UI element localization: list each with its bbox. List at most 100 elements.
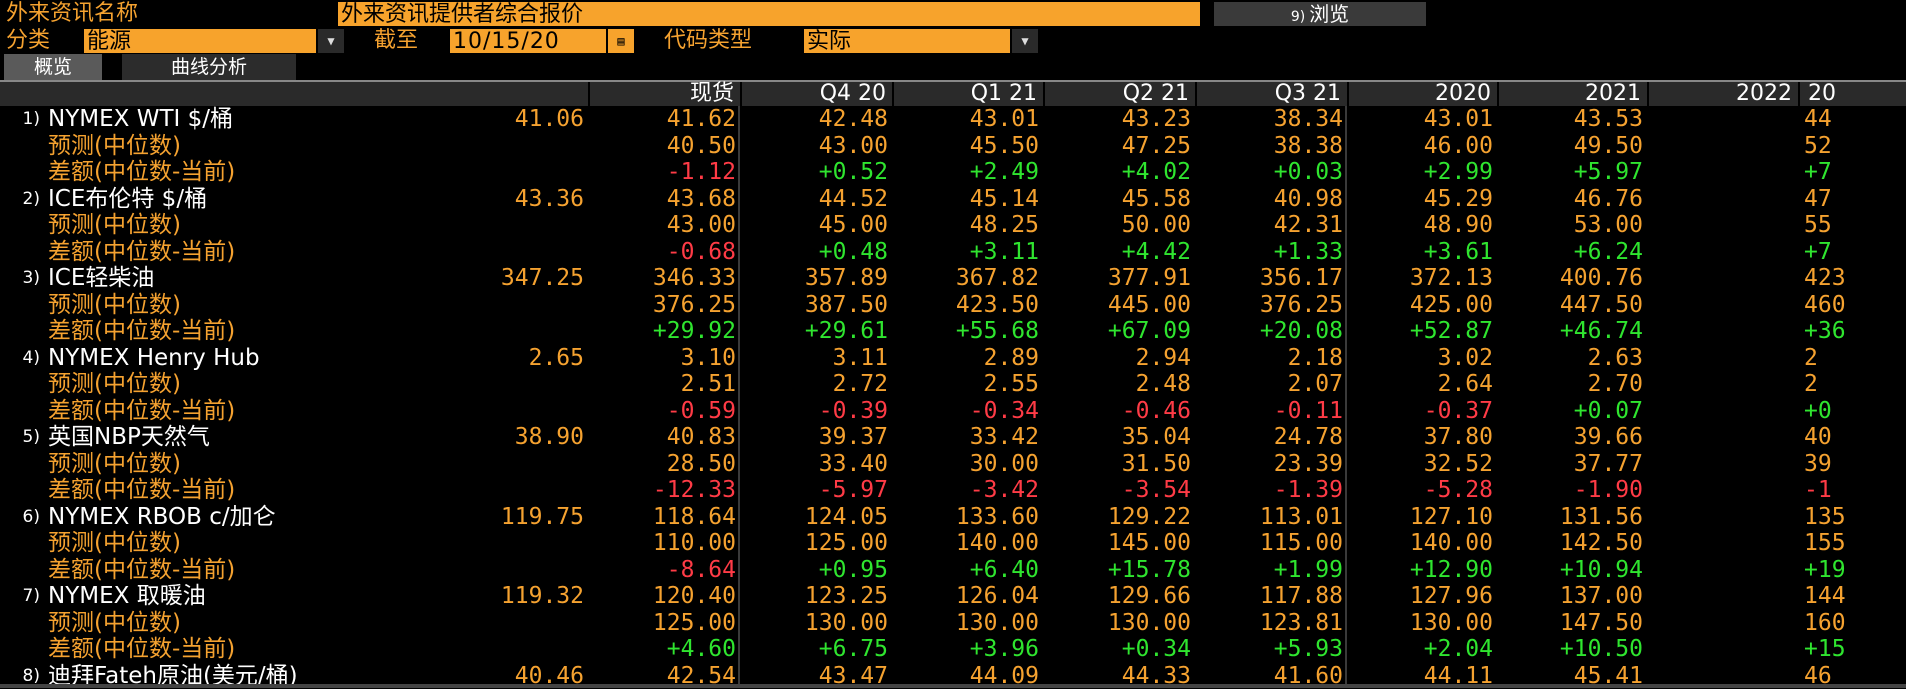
cell-value: -3.42: [893, 477, 1039, 504]
table-row[interactable]: 差额(中位数-当前)-0.59-0.39-0.34-0.46-0.11-0.37…: [0, 398, 1906, 425]
cell-value: 125.00: [742, 530, 888, 557]
table-row[interactable]: 预测(中位数)376.25387.50423.50445.00376.25425…: [0, 292, 1906, 319]
spot-value: [434, 398, 584, 425]
cell-value: +52.87: [1347, 318, 1493, 345]
row-number: 6): [0, 504, 40, 531]
table-row[interactable]: 5)英国NBP天然气38.9040.8339.3733.4235.0424.78…: [0, 424, 1906, 451]
cell-value: +4.60: [590, 636, 736, 663]
column-header[interactable]: 20: [1798, 82, 1906, 106]
table-row[interactable]: 差额(中位数-当前)-0.68+0.48+3.11+4.42+1.33+3.61…: [0, 239, 1906, 266]
cell-value: +5.97: [1497, 159, 1643, 186]
cell-value: 43.00: [742, 133, 888, 160]
dropdown-arrow-icon[interactable]: ▼: [318, 29, 344, 53]
cell-value: +6.75: [742, 636, 888, 663]
cell-value: 2.94: [1045, 345, 1191, 372]
dropdown-arrow-icon[interactable]: ▼: [1012, 29, 1038, 53]
cell-value: 49.50: [1497, 133, 1643, 160]
table-row[interactable]: 预测(中位数)28.5033.4030.0031.5023.3932.5237.…: [0, 451, 1906, 478]
column-header[interactable]: 现货: [588, 82, 740, 106]
tab-curve-analysis[interactable]: 曲线分析: [122, 54, 296, 80]
cell-value: 41.62: [590, 106, 736, 133]
cell-value: 110.00: [590, 530, 736, 557]
cell-value: 160: [1804, 610, 1906, 637]
cell-value: 123.81: [1197, 610, 1343, 637]
cell-value: 43.01: [893, 106, 1039, 133]
spot-value: [434, 212, 584, 239]
cell-value: -5.97: [742, 477, 888, 504]
cell-value: +3.11: [893, 239, 1039, 266]
tab-overview[interactable]: 概览: [4, 54, 102, 80]
column-header[interactable]: 2020: [1347, 82, 1497, 106]
cell-value: 33.40: [742, 451, 888, 478]
table-row[interactable]: 差额(中位数-当前)-12.33-5.97-3.42-3.54-1.39-5.2…: [0, 477, 1906, 504]
spot-value: 347.25: [434, 265, 584, 292]
table-row[interactable]: 差额(中位数-当前)+4.60+6.75+3.96+0.34+5.93+2.04…: [0, 636, 1906, 663]
cell-value: -1.12: [590, 159, 736, 186]
cell-value: 52: [1804, 133, 1906, 160]
name-field[interactable]: 外来资讯提供者综合报价: [338, 2, 1200, 26]
table-row[interactable]: 差额(中位数-当前)-1.12+0.52+2.49+4.02+0.03+2.99…: [0, 159, 1906, 186]
browse-button[interactable]: 9)浏览: [1214, 2, 1426, 26]
table-row[interactable]: 4)NYMEX Henry Hub2.653.103.112.892.942.1…: [0, 345, 1906, 372]
cell-value: 129.66: [1045, 583, 1191, 610]
cell-value: +0.07: [1497, 398, 1643, 425]
table-row[interactable]: 预测(中位数)110.00125.00140.00145.00115.00140…: [0, 530, 1906, 557]
column-header[interactable]: 2022: [1647, 82, 1798, 106]
cell-value: 2: [1804, 345, 1906, 372]
cell-value: 50.00: [1045, 212, 1191, 239]
cell-value: 38.38: [1197, 133, 1343, 160]
cell-value: 45.29: [1347, 186, 1493, 213]
cell-value: +29.61: [742, 318, 888, 345]
column-header[interactable]: Q2 21: [1043, 82, 1195, 106]
asof-date-field[interactable]: 10/15/20: [450, 29, 606, 53]
table-row[interactable]: 预测(中位数)2.512.722.552.482.072.642.702: [0, 371, 1906, 398]
table-row[interactable]: 预测(中位数)125.00130.00130.00130.00123.81130…: [0, 610, 1906, 637]
row-number: [0, 159, 40, 186]
cell-value: +46.74: [1497, 318, 1643, 345]
table-row[interactable]: 预测(中位数)40.5043.0045.5047.2538.3846.0049.…: [0, 133, 1906, 160]
cell-value: 32.52: [1347, 451, 1493, 478]
cell-value: 2.51: [590, 371, 736, 398]
table-row[interactable]: 差额(中位数-当前)-8.64+0.95+6.40+15.78+1.99+12.…: [0, 557, 1906, 584]
table-row[interactable]: 7)NYMEX 取暖油119.32120.40123.25126.04129.6…: [0, 583, 1906, 610]
cell-value: 377.91: [1045, 265, 1191, 292]
spot-value: [434, 239, 584, 266]
row-number: [0, 636, 40, 663]
column-header[interactable]: Q4 20: [740, 82, 892, 106]
cell-value: +10.94: [1497, 557, 1643, 584]
table-row[interactable]: 3)ICE轻柴油347.25346.33357.89367.82377.9135…: [0, 265, 1906, 292]
cell-value: +0.95: [742, 557, 888, 584]
column-header[interactable]: Q3 21: [1195, 82, 1347, 106]
cell-value: 39.37: [742, 424, 888, 451]
cell-value: 35.04: [1045, 424, 1191, 451]
table-row[interactable]: 差额(中位数-当前)+29.92+29.61+55.68+67.09+20.08…: [0, 318, 1906, 345]
cell-value: -0.39: [742, 398, 888, 425]
cell-value: +6.24: [1497, 239, 1643, 266]
cell-value: +55.68: [893, 318, 1039, 345]
column-header[interactable]: Q1 21: [892, 82, 1043, 106]
row-number: [0, 133, 40, 160]
spot-value: [434, 636, 584, 663]
spot-value: [434, 610, 584, 637]
spot-value: 38.90: [434, 424, 584, 451]
table-row[interactable]: 1)NYMEX WTI $/桶41.0641.6242.4843.0143.23…: [0, 106, 1906, 133]
code-type-select[interactable]: 实际: [804, 29, 1010, 53]
cell-value: 127.96: [1347, 583, 1493, 610]
table-row[interactable]: 预测(中位数)43.0045.0048.2550.0042.3148.9053.…: [0, 212, 1906, 239]
category-select[interactable]: 能源: [84, 29, 316, 53]
bottom-scrollbar[interactable]: [0, 684, 1906, 688]
cell-value: 3.02: [1347, 345, 1493, 372]
browse-hotkey: 9): [1291, 9, 1305, 25]
table-row[interactable]: 6)NYMEX RBOB c/加仑119.75118.64124.05133.6…: [0, 504, 1906, 531]
cell-value: 135: [1804, 504, 1906, 531]
asof-label: 截至: [374, 28, 418, 54]
row-number: [0, 610, 40, 637]
table-row[interactable]: 2)ICE布伦特 $/桶43.3643.6844.5245.1445.5840.…: [0, 186, 1906, 213]
cell-value: 46.00: [1347, 133, 1493, 160]
cell-value: -0.59: [590, 398, 736, 425]
cell-value: 37.77: [1497, 451, 1643, 478]
code-type-label: 代码类型: [664, 28, 752, 54]
column-header[interactable]: 2021: [1497, 82, 1647, 106]
cell-value: -0.46: [1045, 398, 1191, 425]
calendar-icon[interactable]: ▤: [608, 29, 634, 53]
